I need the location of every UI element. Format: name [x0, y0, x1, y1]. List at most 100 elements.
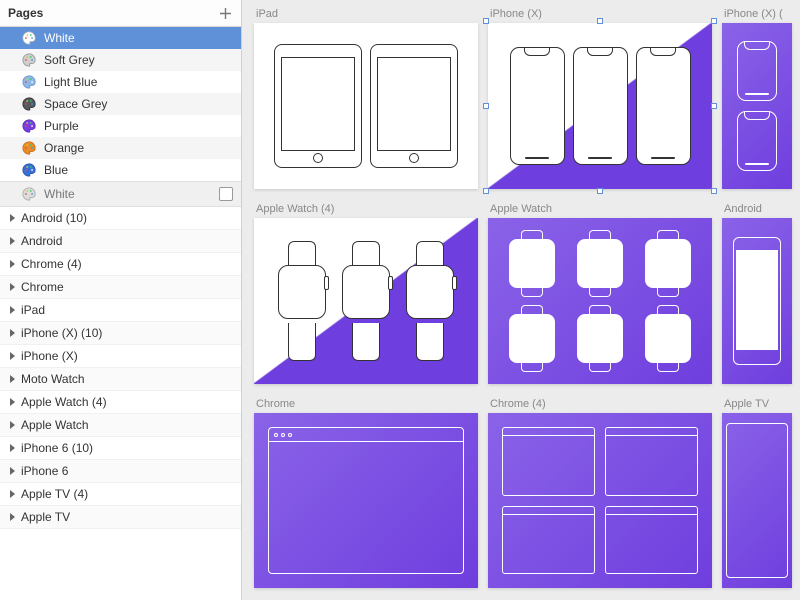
- layer-row[interactable]: Moto Watch: [0, 368, 241, 391]
- artboard-label[interactable]: Chrome (4): [488, 398, 712, 410]
- android-mockup: [733, 237, 781, 365]
- disclosure-icon[interactable]: [10, 375, 15, 383]
- layer-row[interactable]: Apple TV: [0, 506, 241, 529]
- disclosure-icon[interactable]: [10, 260, 15, 268]
- page-label: Light Blue: [44, 75, 97, 89]
- palette-icon: [22, 119, 36, 133]
- page-row-spacegrey[interactable]: Space Grey: [0, 93, 241, 115]
- page-row-blue[interactable]: Blue: [0, 159, 241, 181]
- layer-label: Moto Watch: [21, 372, 85, 386]
- canvas-row-1: iPad iPhone (X): [254, 8, 800, 189]
- watch-mockup: [502, 305, 562, 372]
- artboard-label[interactable]: Apple Watch: [488, 203, 712, 215]
- layer-row[interactable]: iPhone (X) (10): [0, 322, 241, 345]
- page-label: Blue: [44, 163, 68, 177]
- canvas-area[interactable]: iPad iPhone (X): [242, 0, 800, 600]
- pages-list: White Soft Grey Light Blue Space Grey Pu…: [0, 27, 241, 181]
- artboard-group-android[interactable]: Android: [722, 203, 792, 384]
- watch-mockup: [638, 305, 698, 372]
- artboard-label[interactable]: Apple Watch (4): [254, 203, 478, 215]
- layer-label: iPhone 6: [21, 464, 68, 478]
- artboard-iphonex-10[interactable]: [722, 23, 792, 189]
- artboard-ipad[interactable]: [254, 23, 478, 189]
- disclosure-icon[interactable]: [10, 421, 15, 429]
- layer-row[interactable]: iPhone (X): [0, 345, 241, 368]
- page-row-lightblue[interactable]: Light Blue: [0, 71, 241, 93]
- layer-label: Apple Watch (4): [21, 395, 107, 409]
- disclosure-icon[interactable]: [10, 214, 15, 222]
- page-row-white[interactable]: White: [0, 27, 241, 49]
- palette-icon: [22, 75, 36, 89]
- layer-label: Chrome: [21, 280, 64, 294]
- layer-row[interactable]: Android: [0, 230, 241, 253]
- layer-label: iPad: [21, 303, 45, 317]
- layer-row[interactable]: Apple TV (4): [0, 483, 241, 506]
- artboard-group-appletv[interactable]: Apple TV: [722, 398, 792, 588]
- artboard-group-iphonex10[interactable]: iPhone (X) (: [722, 8, 792, 189]
- artboard-iphonex[interactable]: [488, 23, 712, 189]
- page-row-softgrey[interactable]: Soft Grey: [0, 49, 241, 71]
- layer-row[interactable]: Apple Watch (4): [0, 391, 241, 414]
- artboard-label[interactable]: Chrome: [254, 398, 478, 410]
- layer-row[interactable]: Apple Watch: [0, 414, 241, 437]
- artboard-group-chrome[interactable]: Chrome: [254, 398, 478, 588]
- artboard-label[interactable]: iPhone (X) (: [722, 8, 792, 20]
- page-row-orange[interactable]: Orange: [0, 137, 241, 159]
- artboard-group-ipad[interactable]: iPad: [254, 8, 478, 189]
- artboard-group-watch[interactable]: Apple Watch: [488, 203, 712, 384]
- disclosure-icon[interactable]: [10, 329, 15, 337]
- artboard-chrome[interactable]: [254, 413, 478, 588]
- artboard-label[interactable]: iPhone (X): [488, 8, 712, 20]
- artboard-watch4[interactable]: [254, 218, 478, 384]
- artboard-group-iphonex[interactable]: iPhone (X): [488, 8, 712, 189]
- layer-row[interactable]: iPhone 6: [0, 460, 241, 483]
- artboard-watch[interactable]: [488, 218, 712, 384]
- iphonex-mockup: [737, 111, 777, 171]
- page-label: Orange: [44, 141, 84, 155]
- browser-mockup: [605, 427, 698, 496]
- watch-mockup: [570, 305, 630, 372]
- add-page-button[interactable]: [217, 5, 233, 21]
- artboard-group-chrome4[interactable]: Chrome (4): [488, 398, 712, 588]
- layer-label: Chrome (4): [21, 257, 82, 271]
- artboard-label[interactable]: iPad: [254, 8, 478, 20]
- layer-row[interactable]: iPad: [0, 299, 241, 322]
- artboard-appletv[interactable]: [722, 413, 792, 588]
- artboard-chrome4[interactable]: [488, 413, 712, 588]
- layer-label: iPhone 6 (10): [21, 441, 93, 455]
- plus-icon: [220, 8, 231, 19]
- watch-mockup: [338, 237, 394, 365]
- artboard-android[interactable]: [722, 218, 792, 384]
- palette-icon: [22, 187, 36, 201]
- disclosure-icon[interactable]: [10, 398, 15, 406]
- artboard-label[interactable]: Apple TV: [722, 398, 792, 410]
- disclosure-icon[interactable]: [10, 237, 15, 245]
- artboard-label[interactable]: Android: [722, 203, 792, 215]
- palette-icon: [22, 53, 36, 67]
- page-row-purple[interactable]: Purple: [0, 115, 241, 137]
- sidebar: Pages White Soft Grey Light Blue Space G…: [0, 0, 242, 600]
- layer-row[interactable]: Chrome: [0, 276, 241, 299]
- layer-row[interactable]: Android (10): [0, 207, 241, 230]
- layer-label: Android: [21, 234, 62, 248]
- layer-row[interactable]: iPhone 6 (10): [0, 437, 241, 460]
- layer-label: Apple TV: [21, 510, 70, 524]
- watch-mockup: [402, 237, 458, 365]
- layers-list[interactable]: Android (10) Android Chrome (4) Chrome i…: [0, 207, 241, 600]
- layers-section-header[interactable]: White: [0, 181, 241, 207]
- disclosure-icon[interactable]: [10, 467, 15, 475]
- browser-mockup: [502, 427, 595, 496]
- iphonex-mockup: [510, 47, 565, 165]
- iphonex-mockup: [737, 41, 777, 101]
- browser-mockup: [268, 427, 464, 574]
- disclosure-icon[interactable]: [10, 352, 15, 360]
- browser-mockup: [605, 506, 698, 575]
- disclosure-icon[interactable]: [10, 490, 15, 498]
- disclosure-icon[interactable]: [10, 444, 15, 452]
- disclosure-icon[interactable]: [10, 283, 15, 291]
- layer-row[interactable]: Chrome (4): [0, 253, 241, 276]
- artboard-group-watch4[interactable]: Apple Watch (4): [254, 203, 478, 384]
- layer-label: Apple Watch: [21, 418, 89, 432]
- disclosure-icon[interactable]: [10, 306, 15, 314]
- disclosure-icon[interactable]: [10, 513, 15, 521]
